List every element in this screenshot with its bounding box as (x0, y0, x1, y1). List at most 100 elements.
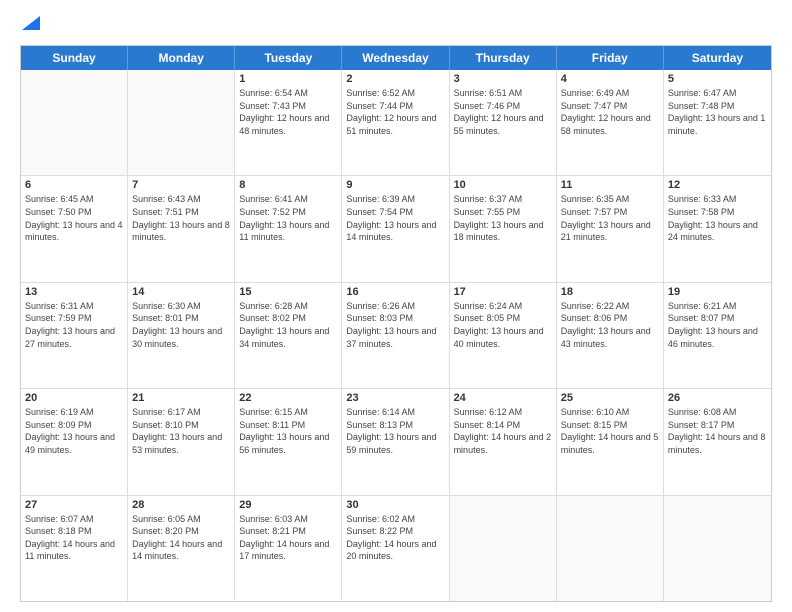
day-number: 4 (561, 73, 659, 85)
day-info: Sunrise: 6:05 AM Sunset: 8:20 PM Dayligh… (132, 513, 230, 563)
calendar-row-2: 13Sunrise: 6:31 AM Sunset: 7:59 PM Dayli… (21, 282, 771, 388)
page: SundayMondayTuesdayWednesdayThursdayFrid… (0, 0, 792, 612)
day-number: 26 (668, 392, 767, 404)
day-number: 12 (668, 179, 767, 191)
calendar-cell-0-3: 2 Sunrise: 6:52 AM Sunset: 7:44 PM Daylig… (342, 70, 449, 175)
calendar-cell-1-1: 7Sunrise: 6:43 AM Sunset: 7:51 PM Daylig… (128, 176, 235, 281)
day-number: 18 (561, 286, 659, 298)
day-number: 17 (454, 286, 552, 298)
calendar-row-3: 20 Sunrise: 6:19 AM Sunset: 8:09 PM Dayli… (21, 388, 771, 494)
day-info: Sunrise: 6:19 AM Sunset: 8:09 PM Dayligh… (25, 406, 123, 456)
header-day-tuesday: Tuesday (235, 46, 342, 70)
day-info: Sunrise: 6:33 AM Sunset: 7:58 PM Dayligh… (668, 193, 767, 243)
day-info: Sunrise: 6:02 AM Sunset: 8:22 PM Dayligh… (346, 513, 444, 563)
day-number: 16 (346, 286, 444, 298)
calendar-cell-2-0: 13Sunrise: 6:31 AM Sunset: 7:59 PM Dayli… (21, 283, 128, 388)
day-info: Sunrise: 6:24 AM Sunset: 8:05 PM Dayligh… (454, 300, 552, 350)
calendar-cell-3-3: 23 Sunrise: 6:14 AM Sunset: 8:13 PM Dayli… (342, 389, 449, 494)
day-info: Sunrise: 6:37 AM Sunset: 7:55 PM Dayligh… (454, 193, 552, 243)
calendar-cell-4-1: 28 Sunrise: 6:05 AM Sunset: 8:20 PM Dayli… (128, 496, 235, 601)
calendar-cell-1-2: 8 Sunrise: 6:41 AM Sunset: 7:52 PM Daylig… (235, 176, 342, 281)
calendar-cell-2-4: 17 Sunrise: 6:24 AM Sunset: 8:05 PM Dayli… (450, 283, 557, 388)
day-number: 9 (346, 179, 444, 191)
day-info: Sunrise: 6:45 AM Sunset: 7:50 PM Dayligh… (25, 193, 123, 243)
day-number: 13 (25, 286, 123, 298)
day-info: Sunrise: 6:08 AM Sunset: 8:17 PM Dayligh… (668, 406, 767, 456)
day-info: Sunrise: 6:03 AM Sunset: 8:21 PM Dayligh… (239, 513, 337, 563)
calendar: SundayMondayTuesdayWednesdayThursdayFrid… (20, 45, 772, 602)
day-info: Sunrise: 6:28 AM Sunset: 8:02 PM Dayligh… (239, 300, 337, 350)
day-number: 10 (454, 179, 552, 191)
calendar-cell-3-1: 21 Sunrise: 6:17 AM Sunset: 8:10 PM Dayli… (128, 389, 235, 494)
day-info: Sunrise: 6:47 AM Sunset: 7:48 PM Dayligh… (668, 87, 767, 137)
calendar-cell-1-4: 10 Sunrise: 6:37 AM Sunset: 7:55 PM Dayli… (450, 176, 557, 281)
calendar-cell-4-2: 29 Sunrise: 6:03 AM Sunset: 8:21 PM Dayli… (235, 496, 342, 601)
day-info: Sunrise: 6:15 AM Sunset: 8:11 PM Dayligh… (239, 406, 337, 456)
header-day-monday: Monday (128, 46, 235, 70)
day-number: 7 (132, 179, 230, 191)
calendar-cell-1-0: 6 Sunrise: 6:45 AM Sunset: 7:50 PM Daylig… (21, 176, 128, 281)
day-info: Sunrise: 6:14 AM Sunset: 8:13 PM Dayligh… (346, 406, 444, 456)
day-number: 28 (132, 499, 230, 511)
calendar-cell-1-3: 9 Sunrise: 6:39 AM Sunset: 7:54 PM Daylig… (342, 176, 449, 281)
day-number: 19 (668, 286, 767, 298)
calendar-row-1: 6 Sunrise: 6:45 AM Sunset: 7:50 PM Daylig… (21, 175, 771, 281)
calendar-cell-2-5: 18 Sunrise: 6:22 AM Sunset: 8:06 PM Dayli… (557, 283, 664, 388)
logo-triangle-icon (22, 16, 40, 30)
day-number: 20 (25, 392, 123, 404)
day-number: 8 (239, 179, 337, 191)
calendar-row-0: 1 Sunrise: 6:54 AM Sunset: 7:43 PM Daylig… (21, 70, 771, 175)
day-info: Sunrise: 6:39 AM Sunset: 7:54 PM Dayligh… (346, 193, 444, 243)
calendar-body: 1 Sunrise: 6:54 AM Sunset: 7:43 PM Daylig… (21, 70, 771, 601)
calendar-cell-0-0 (21, 70, 128, 175)
day-info: Sunrise: 6:12 AM Sunset: 8:14 PM Dayligh… (454, 406, 552, 456)
day-number: 15 (239, 286, 337, 298)
day-info: Sunrise: 6:30 AM Sunset: 8:01 PM Dayligh… (132, 300, 230, 350)
calendar-cell-1-5: 11Sunrise: 6:35 AM Sunset: 7:57 PM Dayli… (557, 176, 664, 281)
calendar-cell-0-5: 4 Sunrise: 6:49 AM Sunset: 7:47 PM Daylig… (557, 70, 664, 175)
calendar-cell-2-6: 19Sunrise: 6:21 AM Sunset: 8:07 PM Dayli… (664, 283, 771, 388)
calendar-cell-3-5: 25Sunrise: 6:10 AM Sunset: 8:15 PM Dayli… (557, 389, 664, 494)
day-info: Sunrise: 6:54 AM Sunset: 7:43 PM Dayligh… (239, 87, 337, 137)
day-info: Sunrise: 6:07 AM Sunset: 8:18 PM Dayligh… (25, 513, 123, 563)
day-info: Sunrise: 6:52 AM Sunset: 7:44 PM Dayligh… (346, 87, 444, 137)
header-day-sunday: Sunday (21, 46, 128, 70)
day-number: 21 (132, 392, 230, 404)
logo (20, 16, 40, 35)
day-number: 23 (346, 392, 444, 404)
day-info: Sunrise: 6:17 AM Sunset: 8:10 PM Dayligh… (132, 406, 230, 456)
day-number: 2 (346, 73, 444, 85)
day-info: Sunrise: 6:51 AM Sunset: 7:46 PM Dayligh… (454, 87, 552, 137)
day-info: Sunrise: 6:35 AM Sunset: 7:57 PM Dayligh… (561, 193, 659, 243)
day-info: Sunrise: 6:10 AM Sunset: 8:15 PM Dayligh… (561, 406, 659, 456)
header-day-saturday: Saturday (664, 46, 771, 70)
day-number: 1 (239, 73, 337, 85)
calendar-cell-4-5 (557, 496, 664, 601)
calendar-cell-4-0: 27Sunrise: 6:07 AM Sunset: 8:18 PM Dayli… (21, 496, 128, 601)
calendar-header: SundayMondayTuesdayWednesdayThursdayFrid… (21, 46, 771, 70)
day-info: Sunrise: 6:26 AM Sunset: 8:03 PM Dayligh… (346, 300, 444, 350)
day-number: 14 (132, 286, 230, 298)
calendar-cell-4-3: 30 Sunrise: 6:02 AM Sunset: 8:22 PM Dayli… (342, 496, 449, 601)
calendar-cell-4-4 (450, 496, 557, 601)
calendar-cell-0-4: 3 Sunrise: 6:51 AM Sunset: 7:46 PM Daylig… (450, 70, 557, 175)
calendar-cell-2-3: 16 Sunrise: 6:26 AM Sunset: 8:03 PM Dayli… (342, 283, 449, 388)
calendar-row-4: 27Sunrise: 6:07 AM Sunset: 8:18 PM Dayli… (21, 495, 771, 601)
calendar-cell-3-6: 26 Sunrise: 6:08 AM Sunset: 8:17 PM Dayli… (664, 389, 771, 494)
day-info: Sunrise: 6:49 AM Sunset: 7:47 PM Dayligh… (561, 87, 659, 137)
day-info: Sunrise: 6:22 AM Sunset: 8:06 PM Dayligh… (561, 300, 659, 350)
day-number: 30 (346, 499, 444, 511)
calendar-cell-0-2: 1 Sunrise: 6:54 AM Sunset: 7:43 PM Daylig… (235, 70, 342, 175)
day-number: 29 (239, 499, 337, 511)
header-day-friday: Friday (557, 46, 664, 70)
header-day-thursday: Thursday (450, 46, 557, 70)
day-info: Sunrise: 6:41 AM Sunset: 7:52 PM Dayligh… (239, 193, 337, 243)
header (20, 16, 772, 35)
day-number: 3 (454, 73, 552, 85)
calendar-cell-2-2: 15 Sunrise: 6:28 AM Sunset: 8:02 PM Dayli… (235, 283, 342, 388)
calendar-cell-3-2: 22Sunrise: 6:15 AM Sunset: 8:11 PM Dayli… (235, 389, 342, 494)
calendar-cell-1-6: 12 Sunrise: 6:33 AM Sunset: 7:58 PM Dayli… (664, 176, 771, 281)
day-number: 6 (25, 179, 123, 191)
day-number: 24 (454, 392, 552, 404)
calendar-cell-3-0: 20 Sunrise: 6:19 AM Sunset: 8:09 PM Dayli… (21, 389, 128, 494)
